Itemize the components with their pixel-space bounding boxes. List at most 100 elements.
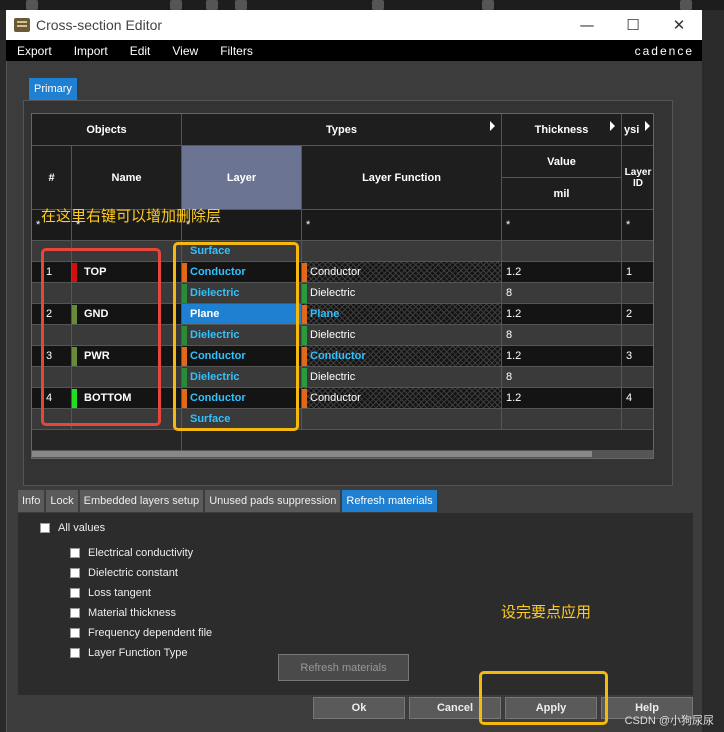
tab-refresh-materials[interactable]: Refresh materials <box>342 490 437 512</box>
row-layer-function[interactable]: Conductor <box>302 346 502 367</box>
header-num[interactable]: # <box>32 146 72 210</box>
header-value[interactable]: Value <box>502 146 622 178</box>
row-layer-function[interactable]: Plane <box>302 304 502 325</box>
row-layer-id-value: 3 <box>626 350 633 362</box>
checkbox[interactable] <box>70 648 80 658</box>
row-layer-id[interactable] <box>622 283 653 304</box>
row-layer-id[interactable]: 2 <box>622 304 653 325</box>
tab-primary[interactable]: Primary <box>29 78 77 100</box>
row-thickness[interactable]: 8 <box>502 325 622 346</box>
function-color-swatch <box>302 325 307 345</box>
title-bar[interactable]: Cross-section Editor — ☐ ✕ <box>6 10 702 40</box>
row-layer-function[interactable]: Dielectric <box>302 325 502 346</box>
close-button[interactable]: ✕ <box>656 10 702 40</box>
row-layer-function[interactable]: Dielectric <box>302 367 502 388</box>
row-thickness[interactable]: 8 <box>502 283 622 304</box>
row-layer-id[interactable]: 3 <box>622 346 653 367</box>
filter-thickness[interactable]: * <box>502 210 622 241</box>
row-thickness[interactable]: 1.2 <box>502 388 622 409</box>
right-click-annotation: 在这里右键可以增加删除层 <box>41 207 222 225</box>
row-thickness-value: 8 <box>506 287 513 299</box>
expand-arrow-icon[interactable] <box>645 121 650 131</box>
header-types-label: Types <box>326 123 357 136</box>
scrollbar-thumb[interactable] <box>32 451 592 457</box>
row-layer-id[interactable] <box>622 409 653 430</box>
ok-button[interactable]: Ok <box>313 697 405 719</box>
checkbox[interactable] <box>70 568 80 578</box>
row-thickness[interactable]: 8 <box>502 367 622 388</box>
taskbar-strip <box>0 0 724 10</box>
checkbox[interactable] <box>70 588 80 598</box>
horizontal-scrollbar[interactable] <box>32 450 653 458</box>
header-physical[interactable]: ysi <box>622 114 653 146</box>
row-layer-id[interactable]: 1 <box>622 262 653 283</box>
row-layer-id[interactable] <box>622 325 653 346</box>
function-color-swatch <box>302 346 307 366</box>
row-layer-id[interactable]: 4 <box>622 388 653 409</box>
expand-arrow-icon[interactable] <box>490 121 495 131</box>
option-material-thickness[interactable]: Material thickness <box>70 607 176 619</box>
row-thickness-value: 1.2 <box>506 308 522 320</box>
tab-unused-pads-suppression[interactable]: Unused pads suppression <box>205 490 341 512</box>
option-label: Loss tangent <box>88 587 151 599</box>
all-values-checkbox[interactable] <box>40 523 50 533</box>
row-function-label: Dielectric <box>310 287 356 299</box>
row-thickness[interactable]: 1.2 <box>502 262 622 283</box>
function-color-swatch <box>302 283 307 303</box>
menu-filters[interactable]: Filters <box>209 44 264 58</box>
row-layer-function[interactable] <box>302 409 502 430</box>
filter-layer-id[interactable]: * <box>622 210 653 241</box>
row-layer-id[interactable] <box>622 241 653 262</box>
refresh-materials-button[interactable]: Refresh materials <box>278 654 409 681</box>
option-label: Dielectric constant <box>88 567 178 579</box>
header-objects[interactable]: Objects <box>32 114 182 146</box>
header-name[interactable]: Name <box>72 146 182 210</box>
row-layer-function[interactable]: Conductor <box>302 262 502 283</box>
layer-highlight-box <box>173 242 299 431</box>
row-layer-function[interactable] <box>302 241 502 262</box>
row-thickness[interactable]: 1.2 <box>502 346 622 367</box>
row-layer-function[interactable]: Conductor <box>302 388 502 409</box>
maximize-button[interactable]: ☐ <box>610 10 656 40</box>
menu-export[interactable]: Export <box>6 44 63 58</box>
row-function-label: Plane <box>310 308 340 320</box>
header-unit[interactable]: mil <box>502 178 622 210</box>
row-layer-function[interactable]: Dielectric <box>302 283 502 304</box>
filter-layer-function[interactable]: * <box>302 210 502 241</box>
option-label: Material thickness <box>88 607 177 619</box>
all-values-option[interactable]: All values <box>40 522 105 534</box>
menu-view[interactable]: View <box>161 44 209 58</box>
tab-embedded-layers-setup[interactable]: Embedded layers setup <box>79 490 204 512</box>
row-function-label: Dielectric <box>310 371 356 383</box>
option-layer-function-type[interactable]: Layer Function Type <box>70 647 187 659</box>
option-electrical-conductivity[interactable]: Electrical conductivity <box>70 547 193 559</box>
tab-info[interactable]: Info <box>18 490 45 512</box>
row-thickness[interactable] <box>502 409 622 430</box>
row-layer-id[interactable] <box>622 367 653 388</box>
taskbar-icon <box>680 0 692 10</box>
menu-edit[interactable]: Edit <box>119 44 162 58</box>
menu-import[interactable]: Import <box>63 44 119 58</box>
minimize-button[interactable]: — <box>564 10 610 40</box>
checkbox[interactable] <box>70 608 80 618</box>
checkbox[interactable] <box>70 548 80 558</box>
header-layer[interactable]: Layer <box>182 146 302 210</box>
header-thickness[interactable]: Thickness <box>502 114 622 146</box>
taskbar-icon <box>170 0 182 10</box>
taskbar-icon <box>206 0 218 10</box>
option-frequency-dependent-file[interactable]: Frequency dependent file <box>70 627 212 639</box>
header-layer-function[interactable]: Layer Function <box>302 146 502 210</box>
row-thickness[interactable] <box>502 241 622 262</box>
header-types[interactable]: Types <box>182 114 502 146</box>
row-thickness[interactable]: 1.2 <box>502 304 622 325</box>
expand-arrow-icon[interactable] <box>610 121 615 131</box>
row-function-label: Conductor <box>310 266 361 278</box>
option-dielectric-constant[interactable]: Dielectric constant <box>70 567 178 579</box>
all-values-label: All values <box>58 522 106 534</box>
function-color-swatch <box>302 304 307 324</box>
tab-lock[interactable]: Lock <box>46 490 78 512</box>
header-layer-id[interactable]: Layer ID <box>622 146 653 210</box>
function-color-swatch <box>302 367 307 387</box>
checkbox[interactable] <box>70 628 80 638</box>
option-loss-tangent[interactable]: Loss tangent <box>70 587 151 599</box>
